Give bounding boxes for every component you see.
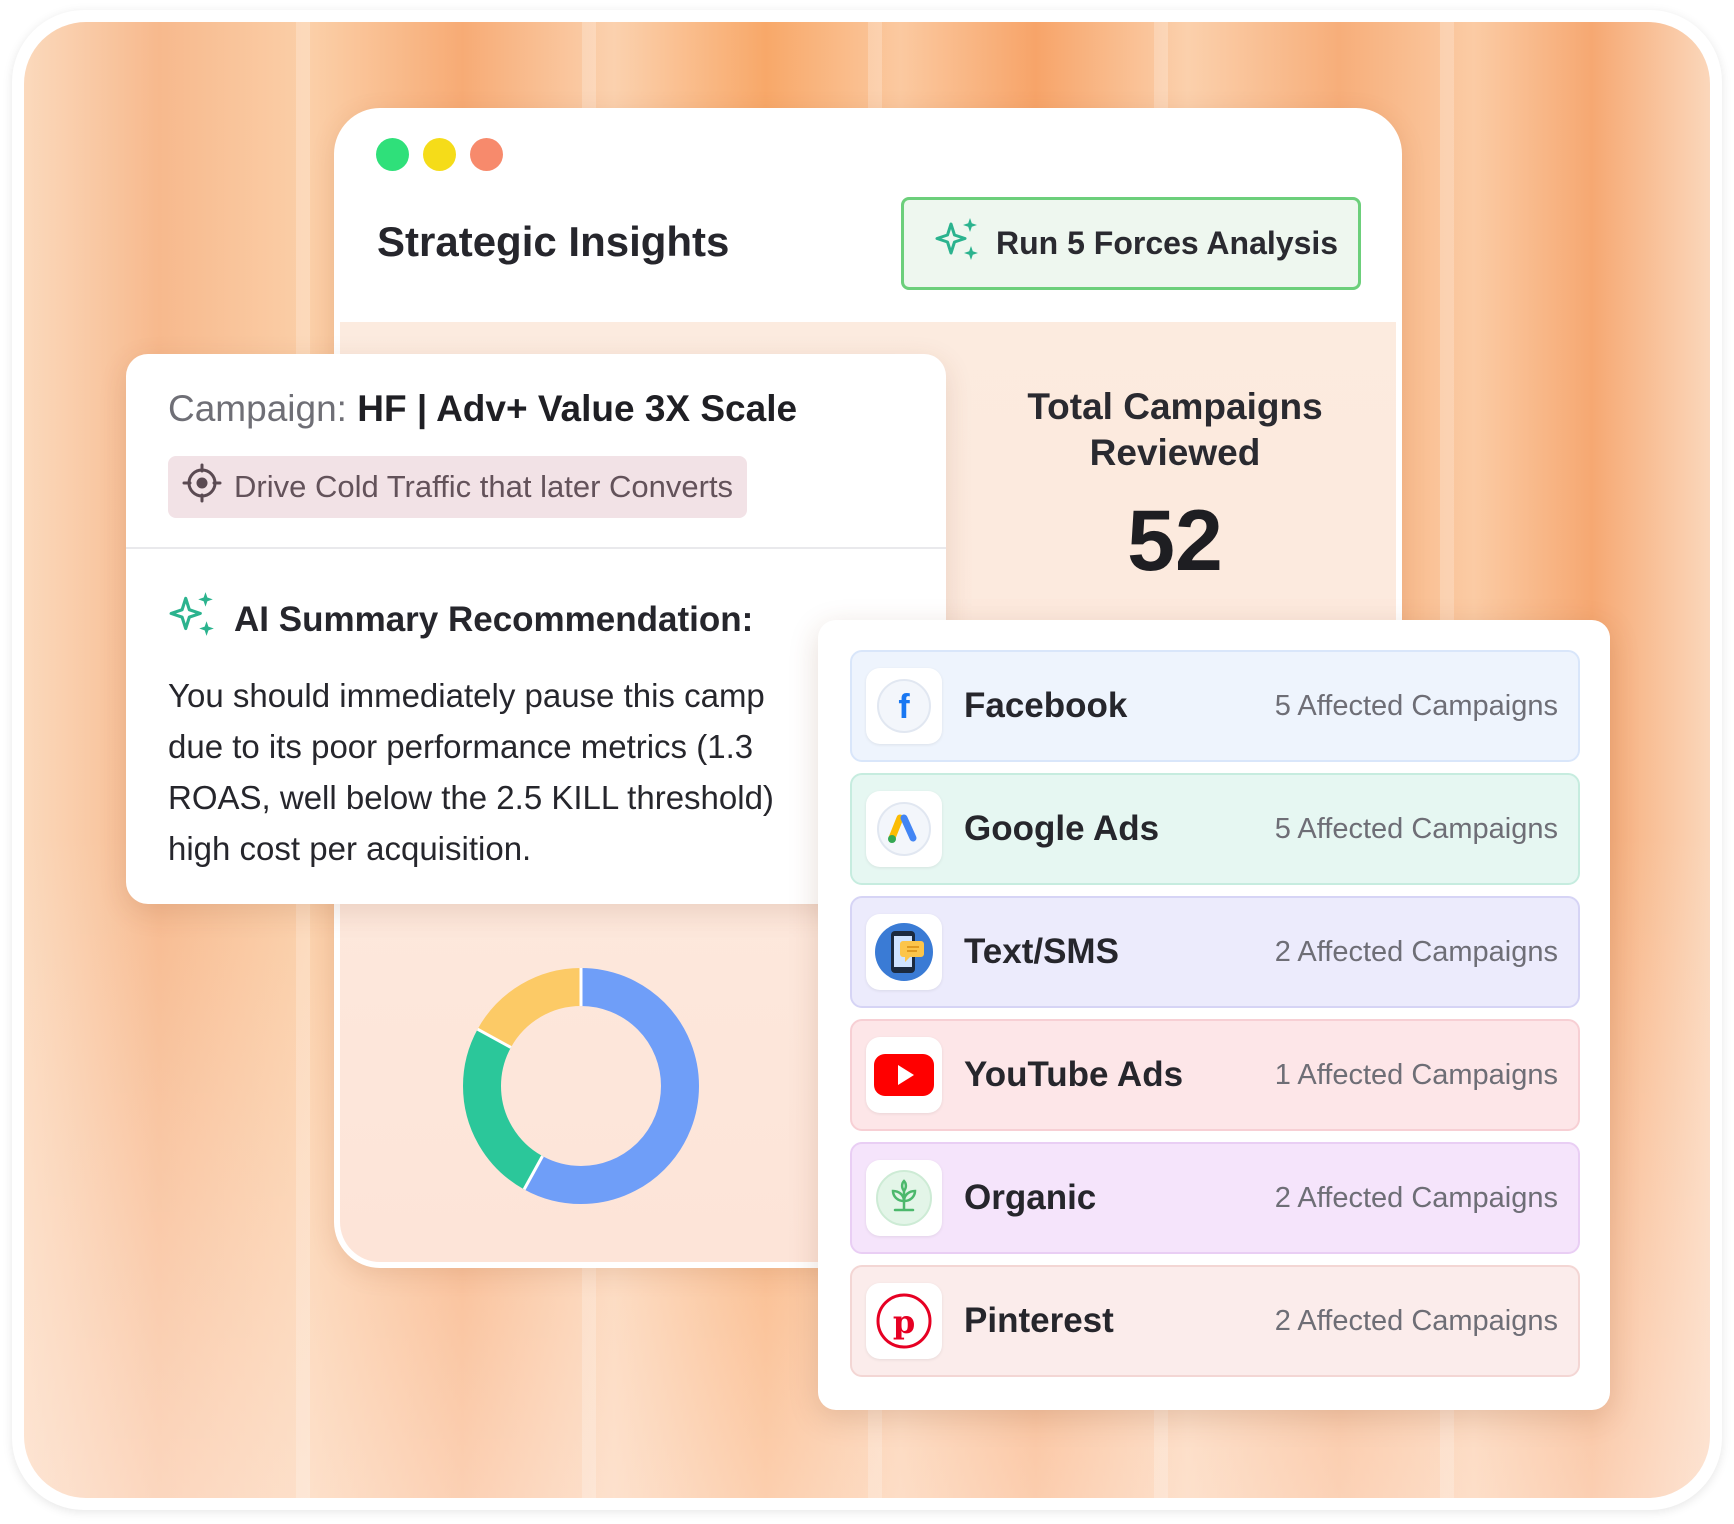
svg-text:p: p [893, 1303, 915, 1341]
sms-phone-icon [866, 914, 942, 990]
platform-affected-count: 1 Affected Campaigns [1274, 1058, 1558, 1091]
facebook-icon: f [866, 668, 942, 744]
campaign-heading: Campaign: HF | Adv+ Value 3X Scale [168, 388, 797, 430]
window-maximize-dot[interactable] [376, 138, 409, 171]
platform-affected-count: 2 Affected Campaigns [1274, 1304, 1558, 1337]
platform-row-pinterest[interactable]: p Pinterest 2 Affected Campaigns [850, 1265, 1580, 1377]
window-minimize-dot[interactable] [423, 138, 456, 171]
platform-name: Text/SMS [964, 932, 1119, 971]
platform-affected-count: 2 Affected Campaigns [1274, 1181, 1558, 1214]
svg-text:f: f [898, 688, 910, 726]
platform-affected-count: 5 Affected Campaigns [1274, 812, 1558, 845]
google-ads-icon [866, 791, 942, 867]
pinterest-icon: p [866, 1283, 942, 1359]
total-campaigns-value: 52 [1127, 493, 1223, 589]
ai-summary-heading: AI Summary Recommendation: [168, 590, 753, 649]
card-divider [126, 547, 946, 549]
run-5-forces-label: Run 5 Forces Analysis [996, 225, 1339, 261]
platform-name: Pinterest [964, 1301, 1114, 1340]
objective-badge: Drive Cold Traffic that later Converts [168, 456, 748, 518]
platform-row-google-ads[interactable]: Google Ads 5 Affected Campaigns [850, 773, 1580, 885]
window-controls [376, 138, 503, 171]
window-close-dot[interactable] [470, 138, 503, 171]
ai-summary-title: AI Summary Recommendation: [234, 599, 754, 639]
platform-affected-count: 2 Affected Campaigns [1274, 935, 1558, 968]
platforms-panel: f Facebook 5 Affected Campaigns Google A… [818, 620, 1610, 1410]
campaign-name: HF | Adv+ Value 3X Scale [357, 388, 798, 429]
run-5-forces-button[interactable]: Run 5 Forces Analysis [901, 197, 1361, 290]
page-title: Strategic Insights [377, 218, 730, 265]
platform-name: Organic [964, 1178, 1097, 1217]
sparkle-icon [168, 590, 218, 649]
total-campaigns-label: Total Campaigns Reviewed [1027, 386, 1323, 473]
platform-row-text-sms[interactable]: Text/SMS 2 Affected Campaigns [850, 896, 1580, 1008]
youtube-icon [866, 1037, 942, 1113]
objective-text: Drive Cold Traffic that later Converts [234, 469, 734, 504]
target-icon [182, 463, 222, 511]
platform-name: Facebook [964, 686, 1128, 725]
sparkle-icon [934, 216, 982, 272]
platform-row-youtube-ads[interactable]: YouTube Ads 1 Affected Campaigns [850, 1019, 1580, 1131]
campaign-donut-chart [463, 968, 699, 1204]
platform-name: Google Ads [964, 809, 1160, 848]
platform-name: YouTube Ads [964, 1055, 1184, 1094]
organic-plant-icon [866, 1160, 942, 1236]
campaign-label: Campaign: [168, 388, 347, 429]
platform-row-facebook[interactable]: f Facebook 5 Affected Campaigns [850, 650, 1580, 762]
platform-affected-count: 5 Affected Campaigns [1274, 689, 1558, 722]
platform-row-organic[interactable]: Organic 2 Affected Campaigns [850, 1142, 1580, 1254]
